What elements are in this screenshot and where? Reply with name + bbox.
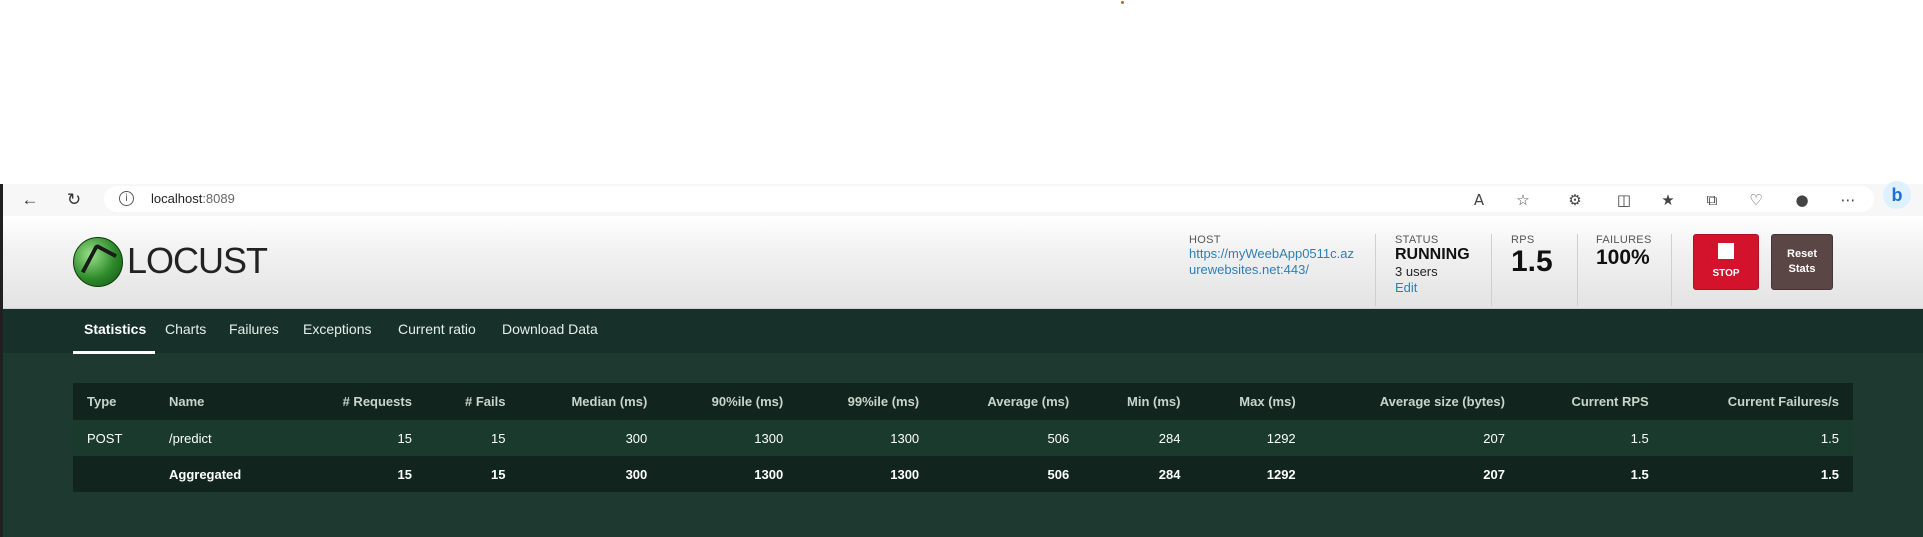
divider bbox=[1671, 234, 1672, 306]
split-screen-icon[interactable]: ◫ bbox=[1612, 188, 1636, 212]
cell-fails: 15 bbox=[425, 456, 520, 492]
rps-value: 1.5 bbox=[1511, 245, 1553, 278]
column-header[interactable]: Average (ms) bbox=[933, 383, 1084, 420]
cell-average: 506 bbox=[933, 420, 1084, 456]
cell-current-failures: 1.5 bbox=[1662, 456, 1853, 492]
tab-statistics[interactable]: Statistics bbox=[84, 321, 146, 337]
host-block: HOST https://myWeebApp0511c.azurewebsite… bbox=[1189, 234, 1359, 278]
reset-label: Reset bbox=[1787, 248, 1817, 260]
status-block: STATUS RUNNING 3 users Edit bbox=[1395, 234, 1470, 297]
tab-charts[interactable]: Charts bbox=[165, 321, 206, 337]
cell-median: 300 bbox=[519, 456, 662, 492]
url-text: localhost:8089 bbox=[151, 191, 235, 206]
column-header[interactable]: Type bbox=[73, 383, 155, 420]
stop-button[interactable]: STOP bbox=[1693, 234, 1759, 290]
browser-toolbar: ← ↻ i localhost:8089 A ☆ ⚙ ◫ ★ ⧉ ♡ ● ⋯ bbox=[0, 184, 1923, 537]
column-header[interactable]: Current RPS bbox=[1518, 383, 1663, 420]
edit-link[interactable]: Edit bbox=[1395, 280, 1417, 295]
cell-current-failures: 1.5 bbox=[1662, 420, 1853, 456]
cell-requests: 15 bbox=[293, 456, 426, 492]
favorites-icon[interactable]: ★ bbox=[1656, 188, 1680, 212]
logo-text: LOCUST bbox=[127, 240, 268, 281]
cell-current-rps: 1.5 bbox=[1518, 420, 1663, 456]
users-count: 3 users bbox=[1395, 264, 1438, 279]
stop-label: STOP bbox=[1712, 268, 1740, 279]
cell-type bbox=[73, 456, 155, 492]
column-header[interactable]: Median (ms) bbox=[519, 383, 662, 420]
cursor-dot bbox=[1121, 1, 1124, 4]
cell-min: 284 bbox=[1083, 420, 1195, 456]
column-header[interactable]: # Fails bbox=[425, 383, 520, 420]
cell-p99: 1300 bbox=[797, 456, 934, 492]
cell-avg-size: 207 bbox=[1309, 420, 1519, 456]
tab-current-ratio[interactable]: Current ratio bbox=[398, 321, 476, 337]
copilot-icon[interactable]: b bbox=[1883, 181, 1911, 209]
column-header[interactable]: 90%ile (ms) bbox=[661, 383, 798, 420]
status-label: STATUS bbox=[1395, 234, 1439, 246]
extensions-icon[interactable]: ⚙ bbox=[1563, 188, 1587, 212]
cell-max: 1292 bbox=[1194, 456, 1310, 492]
tab-failures[interactable]: Failures bbox=[229, 321, 279, 337]
stats-label: Stats bbox=[1788, 263, 1816, 275]
column-header[interactable]: Min (ms) bbox=[1083, 383, 1195, 420]
cell-avg-size: 207 bbox=[1309, 456, 1519, 492]
active-tab-indicator bbox=[73, 351, 155, 354]
divider bbox=[1491, 234, 1492, 306]
main-content: Statistics Charts Failures Exceptions Cu… bbox=[3, 309, 1923, 537]
host-label: HOST bbox=[1189, 234, 1221, 246]
column-header[interactable]: 99%ile (ms) bbox=[797, 383, 934, 420]
cell-type: POST bbox=[73, 420, 155, 456]
profile-icon[interactable]: ● bbox=[1790, 188, 1814, 212]
more-icon[interactable]: ⋯ bbox=[1836, 188, 1860, 212]
favorite-star-icon[interactable]: ☆ bbox=[1511, 188, 1535, 212]
reset-stats-button[interactable]: Reset Stats bbox=[1771, 234, 1833, 290]
cell-max: 1292 bbox=[1194, 420, 1310, 456]
rps-block: RPS 1.5 bbox=[1511, 234, 1553, 278]
status-value: RUNNING bbox=[1395, 246, 1470, 263]
table-header-row: Type Name # Requests # Fails Median (ms)… bbox=[73, 383, 1853, 420]
back-icon[interactable]: ← bbox=[18, 188, 42, 212]
failures-label: FAILURES bbox=[1596, 234, 1652, 246]
failures-value: 100% bbox=[1596, 246, 1650, 269]
divider bbox=[1375, 234, 1376, 306]
info-icon[interactable]: i bbox=[119, 191, 134, 206]
cell-requests: 15 bbox=[293, 420, 426, 456]
health-icon[interactable]: ♡ bbox=[1744, 188, 1768, 212]
tab-bar: Statistics Charts Failures Exceptions Cu… bbox=[3, 309, 1923, 354]
divider bbox=[1577, 234, 1578, 306]
cell-fails: 15 bbox=[425, 420, 520, 456]
cell-min: 284 bbox=[1083, 456, 1195, 492]
read-aloud-icon[interactable]: A bbox=[1467, 188, 1491, 212]
column-header[interactable]: Average size (bytes) bbox=[1309, 383, 1519, 420]
cell-p99: 1300 bbox=[797, 420, 934, 456]
cell-name: Aggregated bbox=[155, 456, 293, 492]
column-header[interactable]: Max (ms) bbox=[1194, 383, 1310, 420]
address-bar[interactable]: i localhost:8089 bbox=[104, 186, 1874, 212]
locust-header: LOCUST HOST https://myWeebApp0511c.azure… bbox=[3, 216, 1923, 309]
cell-median: 300 bbox=[519, 420, 662, 456]
cell-average: 506 bbox=[933, 456, 1084, 492]
cell-current-rps: 1.5 bbox=[1518, 456, 1663, 492]
cell-p90: 1300 bbox=[661, 420, 798, 456]
collections-icon[interactable]: ⧉ bbox=[1700, 188, 1724, 212]
cell-p90: 1300 bbox=[661, 456, 798, 492]
column-header[interactable]: Current Failures/s bbox=[1662, 383, 1853, 420]
column-header[interactable]: Name bbox=[155, 383, 293, 420]
table-row-aggregated: Aggregated 15 15 300 1300 1300 506 284 1… bbox=[73, 456, 1853, 492]
stop-icon bbox=[1718, 243, 1734, 259]
failures-block: FAILURES 100% bbox=[1596, 234, 1652, 270]
tab-download-data[interactable]: Download Data bbox=[502, 321, 598, 337]
host-link[interactable]: https://myWeebApp0511c.azurewebsites.net… bbox=[1189, 246, 1359, 278]
refresh-icon[interactable]: ↻ bbox=[62, 188, 86, 212]
statistics-table: Type Name # Requests # Fails Median (ms)… bbox=[73, 383, 1853, 492]
table-row: POST /predict 15 15 300 1300 1300 506 28… bbox=[73, 420, 1853, 456]
locust-logo-icon bbox=[73, 237, 123, 287]
column-header[interactable]: # Requests bbox=[293, 383, 426, 420]
cell-name: /predict bbox=[155, 420, 293, 456]
tab-exceptions[interactable]: Exceptions bbox=[303, 321, 371, 337]
